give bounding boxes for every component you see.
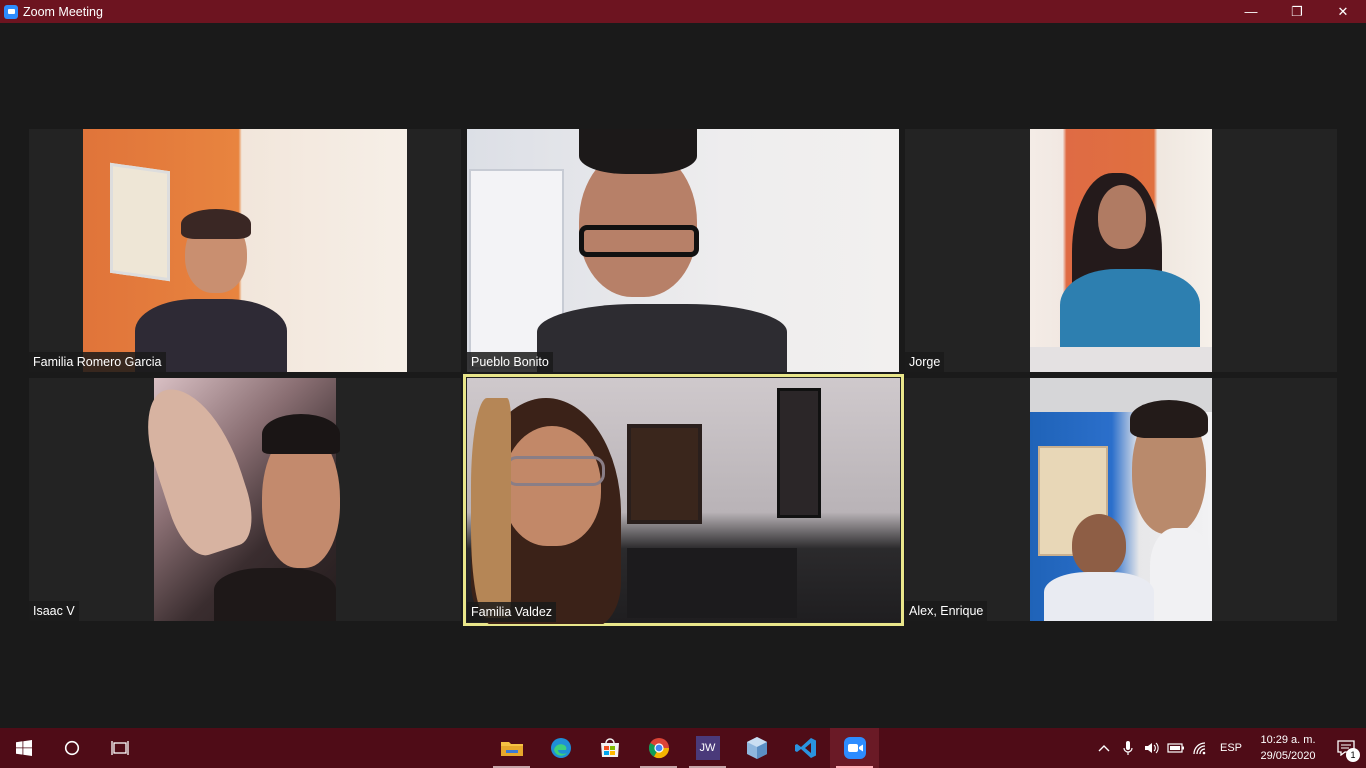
participant-name: Alex, Enrique: [905, 601, 988, 621]
participant-video: [1030, 129, 1212, 372]
taskbar-app-file-explorer[interactable]: [487, 728, 536, 768]
show-hidden-icons-button[interactable]: [1092, 728, 1116, 768]
cortana-search-button[interactable]: [48, 728, 96, 768]
chrome-icon: [648, 738, 669, 759]
windows-icon: [16, 740, 32, 756]
taskbar-app-virtualbox[interactable]: [732, 728, 781, 768]
restore-button[interactable]: ❐: [1274, 0, 1320, 23]
wifi-icon: [1193, 742, 1206, 755]
start-button[interactable]: [0, 728, 48, 768]
action-center-button[interactable]: 1: [1326, 728, 1366, 768]
edge-icon: [550, 738, 571, 758]
clock-time: 10:29 a. m.: [1260, 734, 1316, 746]
jw-library-icon: JW: [695, 736, 720, 760]
zoom-app-icon: [4, 4, 18, 19]
close-button[interactable]: ✕: [1320, 0, 1366, 23]
participant-tile[interactable]: Familia Romero Garcia: [29, 129, 461, 372]
participant-video: [467, 129, 899, 372]
participant-video: [83, 129, 407, 372]
notification-count-badge: 1: [1346, 748, 1360, 762]
battery-icon: [1167, 743, 1184, 753]
title-bar: Zoom Meeting — ❐ ✕: [0, 0, 1366, 23]
volume-tray-icon[interactable]: [1140, 728, 1164, 768]
cortana-icon: [64, 740, 80, 756]
window-title: Zoom Meeting: [23, 4, 103, 19]
microphone-tray-icon[interactable]: [1116, 728, 1140, 768]
participant-name: Isaac V: [29, 601, 79, 621]
volume-icon: [1144, 742, 1159, 754]
input-language-indicator[interactable]: ESP: [1212, 742, 1250, 754]
taskbar-app-chrome[interactable]: [634, 728, 683, 768]
participant-tile[interactable]: Pueblo Bonito: [467, 129, 899, 372]
virtualbox-icon: [746, 737, 767, 759]
window-controls: — ❐ ✕: [1228, 0, 1366, 23]
store-icon: [600, 738, 619, 757]
task-view-button[interactable]: [96, 728, 144, 768]
chevron-up-icon: [1098, 745, 1110, 752]
participant-video: [467, 378, 900, 624]
taskbar-app-edge[interactable]: [536, 728, 585, 768]
taskbar-app-zoom[interactable]: [830, 728, 879, 768]
taskbar-app-store[interactable]: [585, 728, 634, 768]
microphone-icon: [1123, 741, 1133, 755]
meeting-gallery: Familia Romero Garcia Pueblo Bonito Jorg…: [0, 23, 1366, 728]
pinned-apps: JW: [487, 728, 879, 768]
wifi-tray-icon[interactable]: [1188, 728, 1212, 768]
participant-name: Jorge: [905, 352, 945, 372]
participant-tile[interactable]: Jorge: [905, 129, 1337, 372]
participant-tile[interactable]: Isaac V: [29, 378, 461, 621]
task-view-icon: [111, 741, 129, 755]
participant-name: Pueblo Bonito: [467, 352, 553, 372]
participant-video: [1030, 378, 1212, 621]
participant-name: Familia Valdez: [467, 602, 557, 622]
jw-library-label: JW: [699, 742, 716, 754]
participant-tile[interactable]: Alex, Enrique: [905, 378, 1337, 621]
taskbar-app-jw-library[interactable]: JW: [683, 728, 732, 768]
clock-date: 29/05/2020: [1260, 750, 1316, 762]
active-speaker-tile[interactable]: Familia Valdez: [463, 374, 904, 626]
taskbar: JW ESP 10:29 a. m. 29/05/2020 1: [0, 728, 1366, 768]
clock[interactable]: 10:29 a. m. 29/05/2020: [1250, 732, 1326, 764]
participant-name: Familia Romero Garcia: [29, 352, 166, 372]
zoom-icon: [843, 737, 866, 759]
file-explorer-icon: [500, 742, 523, 756]
minimize-button[interactable]: —: [1228, 0, 1274, 23]
participant-video: [133, 378, 340, 621]
vscode-icon: [794, 738, 816, 758]
taskbar-app-vscode[interactable]: [781, 728, 830, 768]
system-tray: ESP 10:29 a. m. 29/05/2020 1: [1092, 728, 1366, 768]
battery-tray-icon[interactable]: [1164, 728, 1188, 768]
